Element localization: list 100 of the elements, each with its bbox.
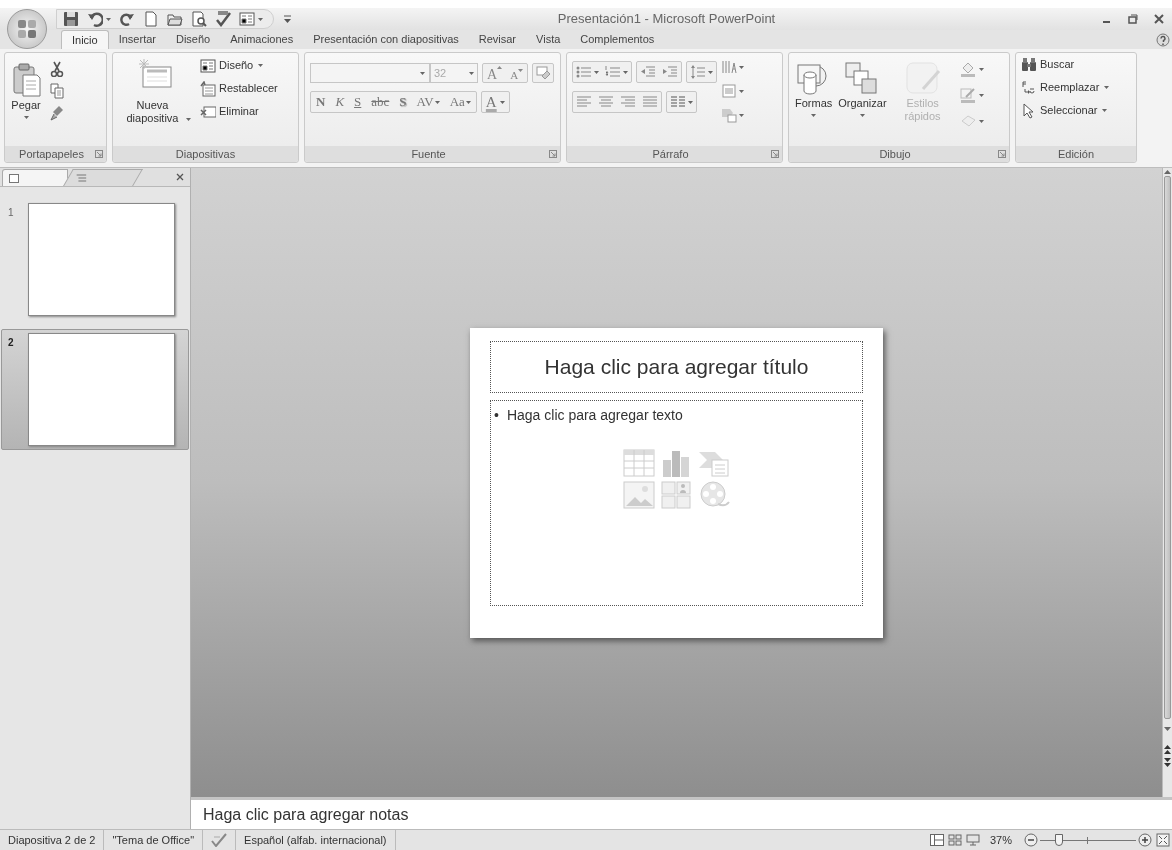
slide-number: 1 — [8, 206, 14, 220]
caret-icon — [739, 113, 744, 117]
shapes-button[interactable]: Formas — [792, 53, 836, 139]
font-name-field[interactable] — [310, 63, 430, 83]
replace-button[interactable]: Reemplazar — [1021, 77, 1110, 98]
zoom-out-icon[interactable] — [1024, 833, 1038, 847]
caret-icon — [739, 65, 744, 69]
redo-icon[interactable] — [119, 11, 135, 27]
image-icon[interactable] — [623, 479, 655, 510]
layout-icon — [200, 57, 216, 74]
zoom-in-icon[interactable] — [1138, 833, 1152, 847]
dialog-launcher-icon[interactable] — [771, 150, 779, 158]
slide-thumbnail[interactable] — [27, 333, 175, 446]
scissors-icon[interactable] — [50, 61, 64, 77]
caret-icon — [499, 100, 505, 104]
ribbon-tab[interactable]: Animaciones — [220, 30, 304, 49]
bold-button[interactable]: N — [311, 92, 331, 112]
select-button[interactable]: Seleccionar — [1021, 100, 1110, 121]
group-label: Párrafo — [651, 146, 690, 162]
slide-option-button[interactable]: Restablecer — [200, 78, 278, 99]
clipboard-icon — [11, 63, 41, 97]
ribbon-tab[interactable]: Diseño — [166, 30, 221, 49]
body-placeholder-text[interactable]: Haga clic para agregar texto — [506, 404, 683, 426]
status-text: Diapositiva 2 de 2 — [0, 829, 105, 850]
line-spacing-icon — [690, 64, 706, 80]
fill-bucket-icon — [959, 61, 976, 77]
slide-thumbnail-row[interactable]: 2 — [1, 329, 189, 450]
zoom-slider[interactable] — [1040, 833, 1136, 847]
spelling-icon[interactable] — [215, 11, 231, 27]
strikethrough-button[interactable]: abc — [366, 92, 395, 112]
close-icon[interactable] — [1154, 14, 1164, 24]
copy-icon[interactable] — [50, 83, 64, 99]
slide-show-icon[interactable] — [965, 834, 980, 846]
shadow-button[interactable]: S — [394, 92, 412, 112]
slide-thumbnail[interactable] — [27, 203, 175, 316]
clip-art-icon[interactable] — [660, 479, 693, 510]
format-painter-icon[interactable] — [50, 105, 64, 121]
ribbon-tab[interactable]: Revisar — [468, 30, 527, 49]
normal-view-icon[interactable] — [929, 834, 944, 846]
dialog-launcher-icon[interactable] — [95, 150, 103, 158]
caret-icon — [594, 70, 599, 74]
slide-sorter-icon[interactable] — [947, 834, 962, 846]
dialog-launcher-icon[interactable] — [549, 150, 557, 158]
caret-icon — [859, 114, 865, 117]
character-spacing-button[interactable]: AV — [411, 92, 445, 112]
save-icon[interactable] — [63, 11, 79, 27]
caret-icon — [23, 116, 29, 119]
new-document-icon[interactable] — [143, 11, 159, 27]
outdent-icon — [640, 64, 656, 80]
slide-option-button[interactable]: Diseño — [200, 55, 278, 76]
scrollbar-thumb[interactable] — [1164, 176, 1171, 719]
restore-icon[interactable] — [1128, 14, 1138, 24]
spell-check-icon[interactable] — [211, 833, 228, 847]
group-label: Portapapeles — [18, 146, 85, 162]
arrange-button[interactable]: Organizar — [835, 53, 890, 139]
change-case-button[interactable]: Aa — [444, 92, 476, 112]
title-placeholder[interactable]: Haga clic para agregar título — [490, 340, 863, 393]
paste-button[interactable]: Pegar — [8, 53, 44, 139]
new-slide-button[interactable]: Nueva diapositiva — [116, 53, 196, 125]
shape-format-button[interactable] — [959, 85, 984, 105]
slide-number: 2 — [8, 336, 14, 350]
slide-thumbnail-row[interactable]: 1 — [1, 199, 189, 320]
find-button[interactable]: Buscar — [1021, 54, 1110, 75]
delete-slide-icon — [200, 103, 216, 120]
clear-formatting-button[interactable] — [532, 63, 555, 83]
group-label: Diapositivas — [174, 146, 237, 162]
ribbon-tab[interactable]: Presentación con diapositivas — [303, 30, 469, 49]
text-direction-icon — [721, 59, 737, 75]
scroll-down-icon[interactable] — [1163, 725, 1172, 733]
font-color-button[interactable]: A — [480, 91, 510, 113]
ribbon-tab[interactable]: Inicio — [61, 30, 109, 49]
ribbon-tab[interactable]: Complementos — [570, 30, 665, 49]
reset-layout-icon — [200, 80, 216, 97]
window-title: Presentación1 - Microsoft PowerPoint — [556, 10, 777, 29]
ribbon-tab[interactable]: Vista — [526, 30, 571, 49]
italic-button[interactable]: K — [330, 92, 350, 112]
underline-button[interactable]: S — [349, 92, 367, 112]
ribbon-tab[interactable]: Insertar — [108, 30, 166, 49]
close-icon[interactable] — [176, 173, 184, 181]
bullet: • — [494, 405, 499, 425]
undo-icon[interactable] — [87, 11, 103, 27]
customize-toolbar-icon[interactable] — [284, 15, 291, 23]
help-icon[interactable] — [1156, 33, 1170, 47]
caret-icon — [258, 64, 264, 67]
open-folder-icon[interactable] — [167, 11, 183, 27]
print-preview-icon[interactable] — [191, 11, 207, 27]
outline-pen-icon — [959, 87, 976, 103]
slides-tab[interactable] — [2, 169, 68, 186]
office-button[interactable] — [7, 9, 47, 49]
layout-icon[interactable] — [239, 11, 255, 27]
fit-to-window-icon[interactable] — [1156, 833, 1170, 847]
dialog-launcher-icon[interactable] — [998, 150, 1006, 158]
caret-icon — [739, 89, 744, 93]
paragraph-tool-button[interactable] — [721, 81, 744, 101]
slide-option-button[interactable]: Eliminar — [200, 101, 278, 122]
vertical-scrollbar[interactable] — [1162, 168, 1172, 797]
slide-thumbnail-icon — [9, 173, 19, 183]
caret-icon — [978, 93, 984, 97]
film-reel-icon[interactable] — [697, 479, 730, 510]
slider-thumb[interactable] — [1055, 834, 1064, 846]
